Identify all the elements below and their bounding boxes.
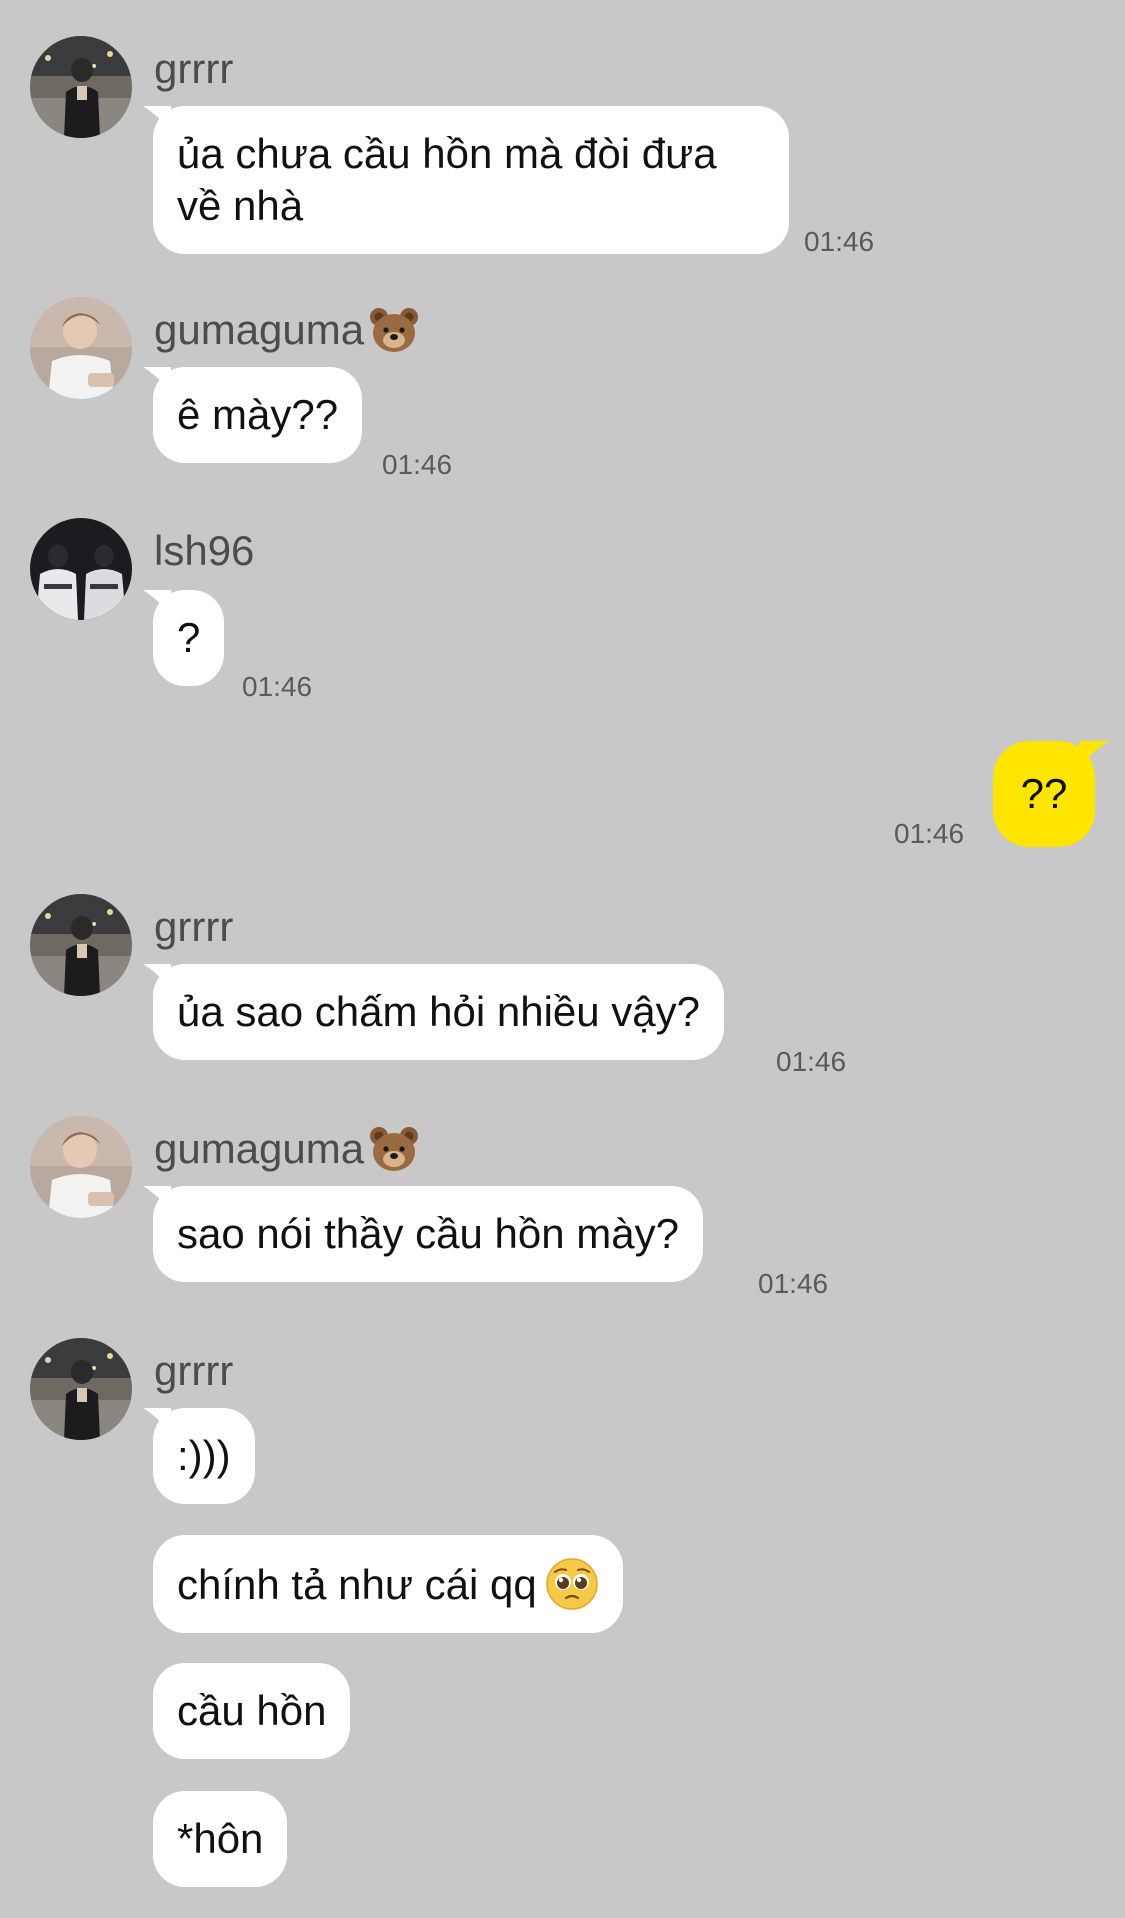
message-text: :))) [177, 1432, 231, 1479]
message-bubble[interactable]: ? [143, 590, 225, 686]
message-time: 01:46 [758, 1268, 829, 1299]
avatar-lsh96-image [30, 518, 132, 620]
avatar-grrrr[interactable] [30, 36, 132, 138]
bear-face-icon [370, 1127, 419, 1171]
message-text: sao nói thầy cầu hồn mày? [177, 1210, 679, 1257]
sender-name: lsh96 [154, 527, 255, 574]
message-text: *hôn [177, 1815, 264, 1862]
message-bubble[interactable]: cầu hồn [153, 1663, 351, 1759]
message-bubble[interactable]: ủa sao chấm hỏi nhiều vậy? [143, 964, 725, 1060]
bubble-tail [143, 964, 171, 990]
message-time: 01:46 [242, 671, 313, 702]
message-bubble[interactable]: sao nói thầy cầu hồn mày? [143, 1186, 703, 1282]
chat-area: grrrr ủa chưa cầu hồn mà đòi đưa về nhà … [0, 0, 1125, 1918]
sender-name: grrrr [154, 45, 234, 92]
avatar-gumaguma[interactable] [30, 1116, 132, 1218]
message-text: ủa chưa cầu hồn mà đòi đưa về nhà [177, 130, 717, 229]
message-bubble[interactable]: chính tả như cái qq [153, 1535, 623, 1633]
sender-name-text: gumaguma [154, 1125, 365, 1172]
avatar-grrrr-image [30, 36, 132, 138]
message-text: cầu hồn [177, 1687, 327, 1734]
message-text: ?? [1020, 770, 1068, 817]
message-text: chính tả như cái qq [177, 1561, 537, 1608]
message-bubble[interactable]: *hôn [153, 1791, 288, 1887]
pleading-face-icon [545, 1558, 598, 1610]
message-time: 01:46 [382, 449, 453, 480]
avatar-gumaguma[interactable] [30, 297, 132, 399]
avatar-grrrr-image [30, 1338, 132, 1440]
message-time: 01:46 [804, 226, 875, 257]
sender-name-text: gumaguma [154, 306, 365, 353]
avatar-grrrr[interactable] [30, 1338, 132, 1440]
message-bubble[interactable]: ủa chưa cầu hồn mà đòi đưa về nhà [143, 106, 789, 254]
bubble-tail [143, 590, 171, 616]
sender-name: grrrr [154, 1347, 234, 1394]
avatar-grrrr[interactable] [30, 894, 132, 996]
message-text: ? [177, 614, 201, 661]
bubble-tail [1079, 741, 1109, 767]
sender-name: grrrr [154, 903, 234, 950]
bear-face-icon [370, 308, 419, 352]
message-bubble[interactable]: ê mày?? [143, 367, 363, 463]
message-time: 01:46 [776, 1046, 847, 1077]
bubble-tail [143, 367, 171, 393]
outgoing-message-bubble[interactable]: ?? [993, 741, 1109, 847]
bubble-tail [143, 1408, 171, 1434]
avatar-gumaguma-image [30, 297, 132, 399]
avatar-gumaguma-image [30, 1116, 132, 1218]
message-text: ê mày?? [177, 391, 339, 438]
sender-name: gumaguma [154, 1124, 420, 1174]
outgoing-message-time: 01:46 [894, 818, 965, 849]
avatar-lsh96[interactable] [30, 518, 132, 620]
bubble-tail [143, 1186, 171, 1212]
sender-name: gumaguma [154, 305, 420, 355]
bubble-tail [143, 106, 171, 132]
message-bubble[interactable]: :))) [143, 1408, 255, 1504]
avatar-grrrr-image [30, 894, 132, 996]
message-text: ủa sao chấm hỏi nhiều vậy? [177, 988, 701, 1035]
